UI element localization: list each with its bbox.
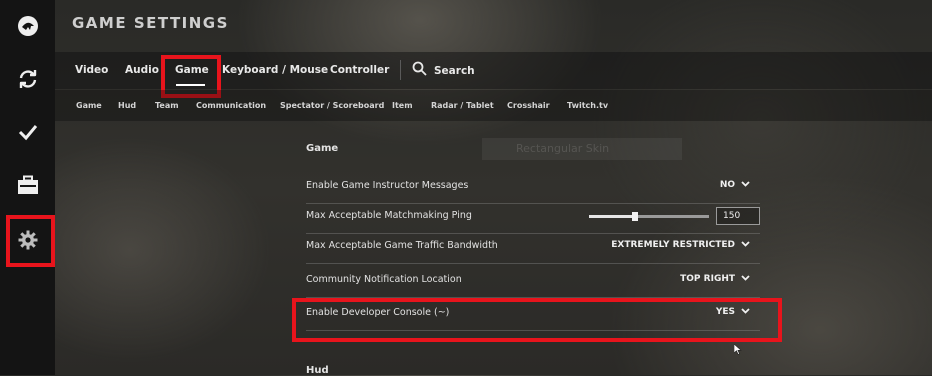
briefcase-icon bbox=[17, 175, 39, 195]
settings-highlight-box bbox=[6, 215, 55, 267]
setting-row-notification-location[interactable]: Community Notification Location TOP RIGH… bbox=[306, 268, 760, 298]
mouse-cursor-icon bbox=[733, 340, 742, 359]
page-title: GAME SETTINGS bbox=[72, 14, 229, 32]
sidebar-item-refresh[interactable] bbox=[0, 53, 55, 105]
section-heading-hud: Hud bbox=[306, 365, 329, 376]
ping-slider[interactable] bbox=[589, 212, 709, 221]
ping-value-input[interactable]: 150 bbox=[716, 207, 760, 225]
checkmark-icon bbox=[18, 122, 38, 142]
subtab-bar: Game Hud Team Communication Spectator / … bbox=[55, 90, 932, 121]
chevron-down-icon bbox=[741, 240, 750, 250]
chevron-down-icon bbox=[741, 180, 750, 190]
setting-dropdown[interactable]: NO bbox=[720, 180, 750, 190]
setting-value: NO bbox=[719, 180, 735, 190]
search-icon bbox=[412, 61, 427, 80]
tab-keyboard-mouse[interactable]: Keyboard / Mouse bbox=[222, 64, 328, 76]
subtab-spectator-scoreboard[interactable]: Spectator / Scoreboard bbox=[280, 101, 384, 110]
sidebar-item-inventory[interactable] bbox=[0, 106, 55, 158]
chevron-down-icon bbox=[741, 274, 750, 284]
subtab-radar-tablet[interactable]: Radar / Tablet bbox=[431, 101, 494, 110]
main-menu-logo-icon bbox=[17, 15, 39, 37]
subtab-hud[interactable]: Hud bbox=[118, 101, 136, 110]
tab-controller[interactable]: Controller bbox=[330, 64, 389, 76]
setting-dropdown[interactable]: EXTREMELY RESTRICTED bbox=[611, 240, 750, 250]
search-button[interactable]: Search bbox=[412, 61, 475, 80]
subtab-item[interactable]: Item bbox=[392, 101, 413, 110]
subtab-team[interactable]: Team bbox=[155, 101, 179, 110]
sidebar bbox=[0, 0, 55, 375]
background-ghost-search: Rectangular Skin bbox=[482, 138, 682, 160]
setting-dropdown[interactable]: TOP RIGHT bbox=[680, 274, 750, 284]
sidebar-item-store[interactable] bbox=[0, 159, 55, 211]
setting-label: Max Acceptable Game Traffic Bandwidth bbox=[306, 240, 498, 251]
subtab-crosshair[interactable]: Crosshair bbox=[507, 101, 550, 110]
setting-row-matchmaking-ping: Max Acceptable Matchmaking Ping 150 bbox=[306, 204, 760, 234]
setting-value: EXTREMELY RESTRICTED bbox=[611, 240, 735, 250]
tab-divider bbox=[400, 60, 401, 80]
setting-label: Max Acceptable Matchmaking Ping bbox=[306, 210, 472, 221]
refresh-icon bbox=[17, 68, 39, 90]
ping-slider-thumb[interactable] bbox=[631, 212, 638, 221]
section-heading-game: Game bbox=[306, 143, 339, 154]
subtab-twitch[interactable]: Twitch.tv bbox=[567, 101, 608, 110]
setting-row-traffic-bandwidth[interactable]: Max Acceptable Game Traffic Bandwidth EX… bbox=[306, 234, 760, 264]
tab-video[interactable]: Video bbox=[75, 64, 108, 76]
developer-console-highlight-box bbox=[292, 298, 782, 342]
row-divider bbox=[306, 263, 760, 264]
ping-slider-fill bbox=[589, 215, 635, 218]
tab-audio[interactable]: Audio bbox=[125, 64, 159, 76]
sidebar-item-main-menu[interactable] bbox=[0, 0, 55, 52]
subtab-communication[interactable]: Communication bbox=[196, 101, 266, 110]
setting-row-instructor-messages[interactable]: Enable Game Instructor Messages NO bbox=[306, 174, 760, 204]
subtab-game[interactable]: Game bbox=[76, 101, 102, 110]
setting-value: TOP RIGHT bbox=[680, 274, 735, 284]
setting-label: Enable Game Instructor Messages bbox=[306, 180, 469, 191]
search-label: Search bbox=[434, 64, 475, 77]
setting-label: Community Notification Location bbox=[306, 274, 462, 285]
